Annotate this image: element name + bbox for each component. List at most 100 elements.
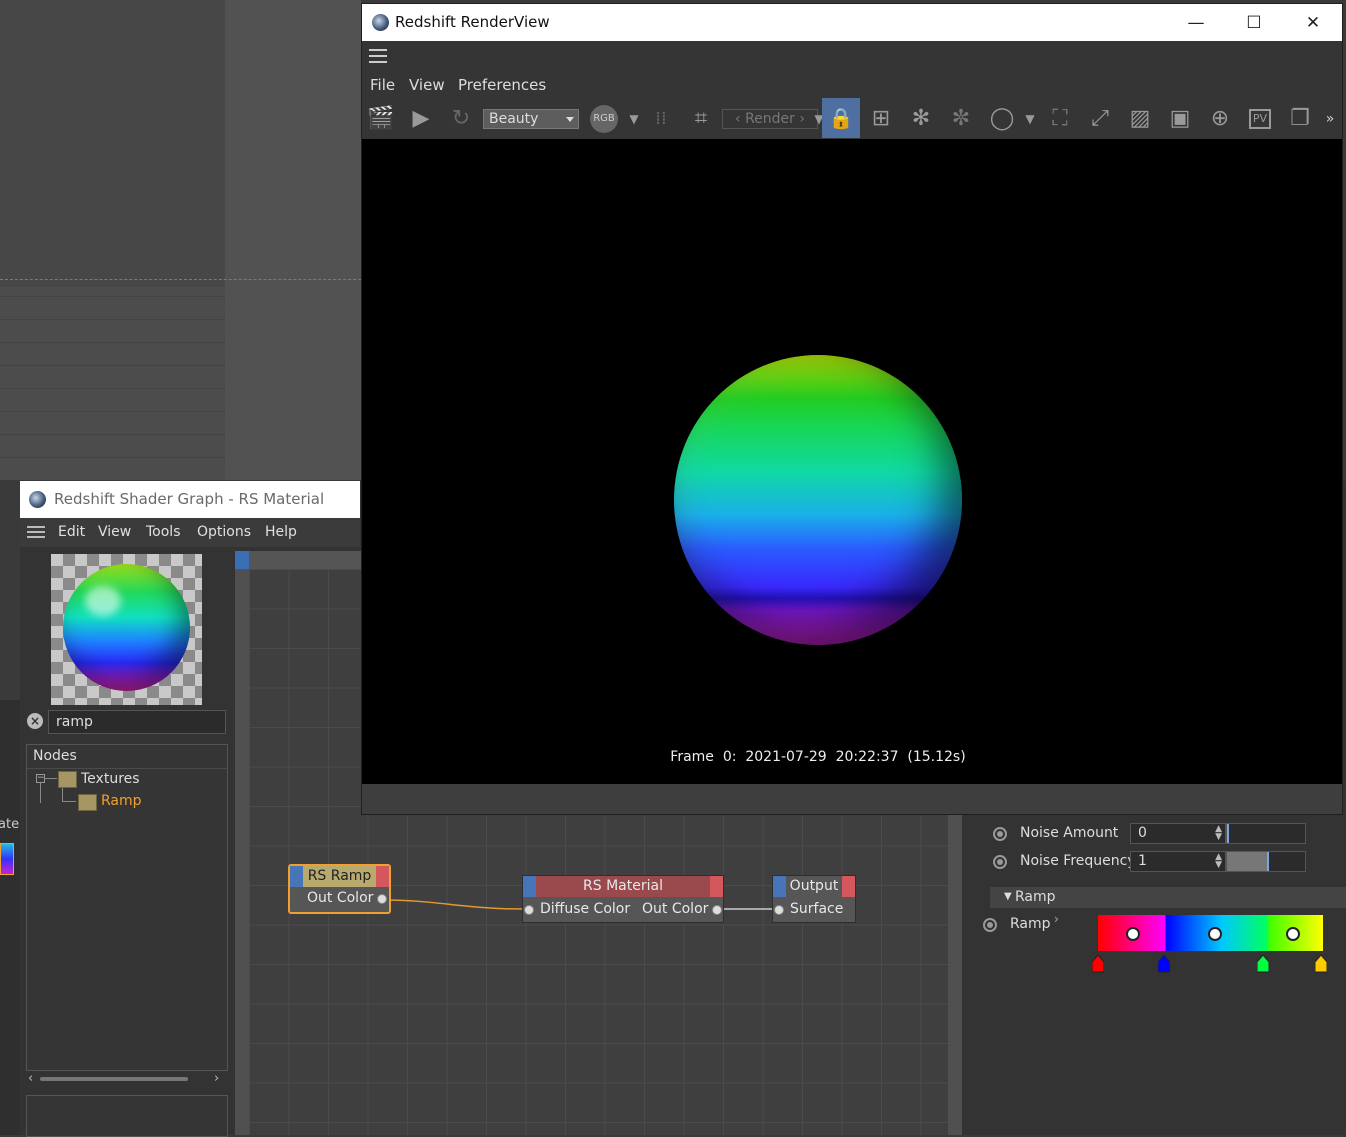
rs-material-output-port[interactable] — [712, 905, 722, 915]
tree-horizontal-scrollbar[interactable]: ‹ › — [28, 1071, 224, 1087]
ramp-interpolation-knob[interactable] — [1126, 927, 1140, 941]
menu-view[interactable]: View — [98, 524, 131, 540]
menu-tools[interactable]: Tools — [146, 524, 181, 540]
rs-material-out-label: Out Color — [642, 901, 709, 917]
nodes-tree: Nodes − Textures Ramp — [26, 744, 228, 1071]
circle-dropdown-icon[interactable]: ▼ — [1013, 101, 1047, 137]
output-surface-label: Surface — [790, 901, 844, 917]
ramp-gradient-bar[interactable] — [1098, 915, 1323, 951]
noise-frequency-keyframe-icon[interactable] — [993, 855, 1007, 869]
ramp-section-header[interactable]: ▼ Ramp — [990, 887, 1346, 908]
ramp-expand-icon[interactable]: › — [1054, 912, 1059, 926]
left-material-thumb[interactable] — [0, 843, 14, 875]
close-button[interactable]: ✕ — [1293, 10, 1333, 36]
cinema4d-app-icon — [29, 491, 46, 508]
fit-frame-icon[interactable]: ⤢ — [1083, 101, 1117, 137]
left-cut-label: ate — [0, 817, 20, 832]
ramp-stop-blue[interactable] — [1158, 955, 1170, 973]
output-surface-port[interactable] — [774, 905, 784, 915]
scroll-right-icon[interactable]: › — [214, 1071, 219, 1086]
menu-help[interactable]: Help — [265, 524, 297, 540]
scroll-left-icon[interactable]: ‹ — [28, 1071, 33, 1086]
noise-amount-field[interactable]: 0 ▲ ▼ — [1130, 823, 1226, 844]
viewport-panel-split — [225, 0, 361, 480]
rs-material-node[interactable]: RS Material Diffuse Color Out Color — [522, 875, 724, 923]
rs-ramp-node-title: RS Ramp — [290, 866, 389, 887]
render-canvas[interactable]: Frame 0: 2021-07-29 20:22:37 (15.12s) — [362, 139, 1342, 784]
hamburger-menu-icon[interactable] — [369, 49, 387, 63]
rs-material-diffuse-label: Diffuse Color — [540, 901, 631, 917]
rs-material-input-port[interactable] — [524, 905, 534, 915]
renderview-window: Redshift RenderView — ☐ ✕ File View Pref… — [361, 3, 1343, 815]
ramp-keyframe-icon[interactable] — [983, 918, 997, 932]
renderview-toolbar: 🎬 ▶ ↻ Beauty RGB ▼ ⁞⁞ ⌗ ‹ Render › ▼ 🔒 ⊞… — [362, 98, 1342, 138]
expand-triangle-icon: ▼ — [1004, 891, 1012, 902]
crop-region-icon[interactable]: ⌗ — [684, 101, 718, 137]
noise-amount-label: Noise Amount — [1020, 825, 1119, 841]
menu-options[interactable]: Options — [197, 524, 251, 540]
lock-icon[interactable]: 🔒 — [822, 98, 860, 138]
renderview-titlebar[interactable]: Redshift RenderView — ☐ ✕ — [362, 4, 1342, 41]
noise-amount-slider[interactable] — [1226, 823, 1306, 844]
rs-material-node-title: RS Material — [523, 876, 723, 897]
shader-graph-title: Redshift Shader Graph - RS Material — [54, 490, 325, 508]
aov-select[interactable]: Beauty — [483, 109, 579, 129]
image-icon[interactable]: ▣ — [1163, 101, 1197, 137]
noise-amount-keyframe-icon[interactable] — [993, 827, 1007, 841]
grid-icon[interactable]: ⊞ — [864, 101, 898, 137]
stepper-icon[interactable]: ▲ ▼ — [1215, 853, 1222, 870]
menu-edit[interactable]: Edit — [58, 524, 85, 540]
ramp-stop-green[interactable] — [1257, 955, 1269, 973]
ramp-label: Ramp — [1010, 916, 1051, 932]
menu-preferences[interactable]: Preferences — [458, 76, 546, 94]
noise-frequency-field[interactable]: 1 ▲ ▼ — [1130, 851, 1226, 872]
minimize-button[interactable]: — — [1176, 10, 1216, 36]
preview-sphere — [63, 564, 190, 691]
toolbar-overflow-icon[interactable]: » — [1320, 101, 1340, 137]
dither-grid-icon[interactable]: ⁞⁞ — [644, 101, 678, 137]
maximize-button[interactable]: ☐ — [1234, 10, 1274, 36]
ramp-stop-red[interactable] — [1092, 955, 1104, 973]
tree-item-textures[interactable]: Textures — [81, 771, 140, 787]
hamburger-menu-icon[interactable] — [27, 526, 45, 539]
rs-ramp-out-color-label: Out Color — [307, 890, 374, 906]
ramp-stop-yellow[interactable] — [1315, 955, 1327, 973]
refresh-icon[interactable]: ↻ — [444, 101, 478, 137]
copy-icon[interactable]: ❐ — [1283, 101, 1317, 137]
menu-file[interactable]: File — [370, 76, 395, 94]
tree-item-ramp[interactable]: Ramp — [101, 793, 142, 809]
add-snapshot-icon[interactable]: ⊕ — [1203, 101, 1237, 137]
material-preview — [51, 554, 202, 705]
start-render-icon[interactable]: ▶ — [404, 101, 438, 137]
rgb-channel-icon[interactable]: RGB — [587, 101, 621, 137]
picture-viewer-icon[interactable]: PV — [1243, 101, 1277, 137]
noise-frequency-label: Noise Frequency — [1020, 853, 1136, 869]
slider-thumb[interactable] — [1267, 852, 1269, 871]
collapse-toggle-icon[interactable]: − — [36, 774, 45, 783]
ramp-interpolation-knob[interactable] — [1286, 927, 1300, 941]
shader-graph-titlebar[interactable]: Redshift Shader Graph - RS Material — [20, 481, 360, 518]
ramp-section-title: Ramp — [1015, 889, 1056, 905]
menu-view[interactable]: View — [409, 76, 445, 94]
node-browser-panel: × Nodes − Textures Ramp ‹ › — [20, 547, 235, 1137]
hatched-region-icon[interactable]: ▨ — [1123, 101, 1157, 137]
node-search-input[interactable] — [48, 710, 226, 734]
ramp-to-diffuse-wire — [384, 899, 524, 910]
clapboard-icon[interactable]: 🎬 — [364, 101, 398, 137]
scrollbar-thumb[interactable] — [40, 1077, 188, 1081]
snowflake-icon[interactable]: ✻ — [904, 101, 938, 137]
node-description-box — [26, 1095, 228, 1137]
rs-ramp-node[interactable]: RS Ramp Out Color — [288, 864, 391, 914]
renderview-menubar: File View Preferences — [362, 74, 1342, 98]
noise-frequency-slider[interactable] — [1226, 851, 1306, 872]
frame-info-overlay: Frame 0: 2021-07-29 20:22:37 (15.12s) — [670, 749, 966, 765]
ramp-interpolation-knob[interactable] — [1208, 927, 1222, 941]
rs-ramp-output-port[interactable] — [377, 894, 387, 904]
background-viewport — [0, 0, 361, 480]
stepper-icon[interactable]: ▲ ▼ — [1215, 825, 1222, 842]
slider-thumb[interactable] — [1227, 824, 1229, 843]
output-node[interactable]: Output Surface — [772, 875, 856, 923]
focus-pick-icon[interactable]: ⛶ — [1043, 101, 1077, 137]
clear-search-icon[interactable]: × — [27, 713, 43, 729]
snowflake-global-icon[interactable]: ✼ — [944, 101, 978, 137]
